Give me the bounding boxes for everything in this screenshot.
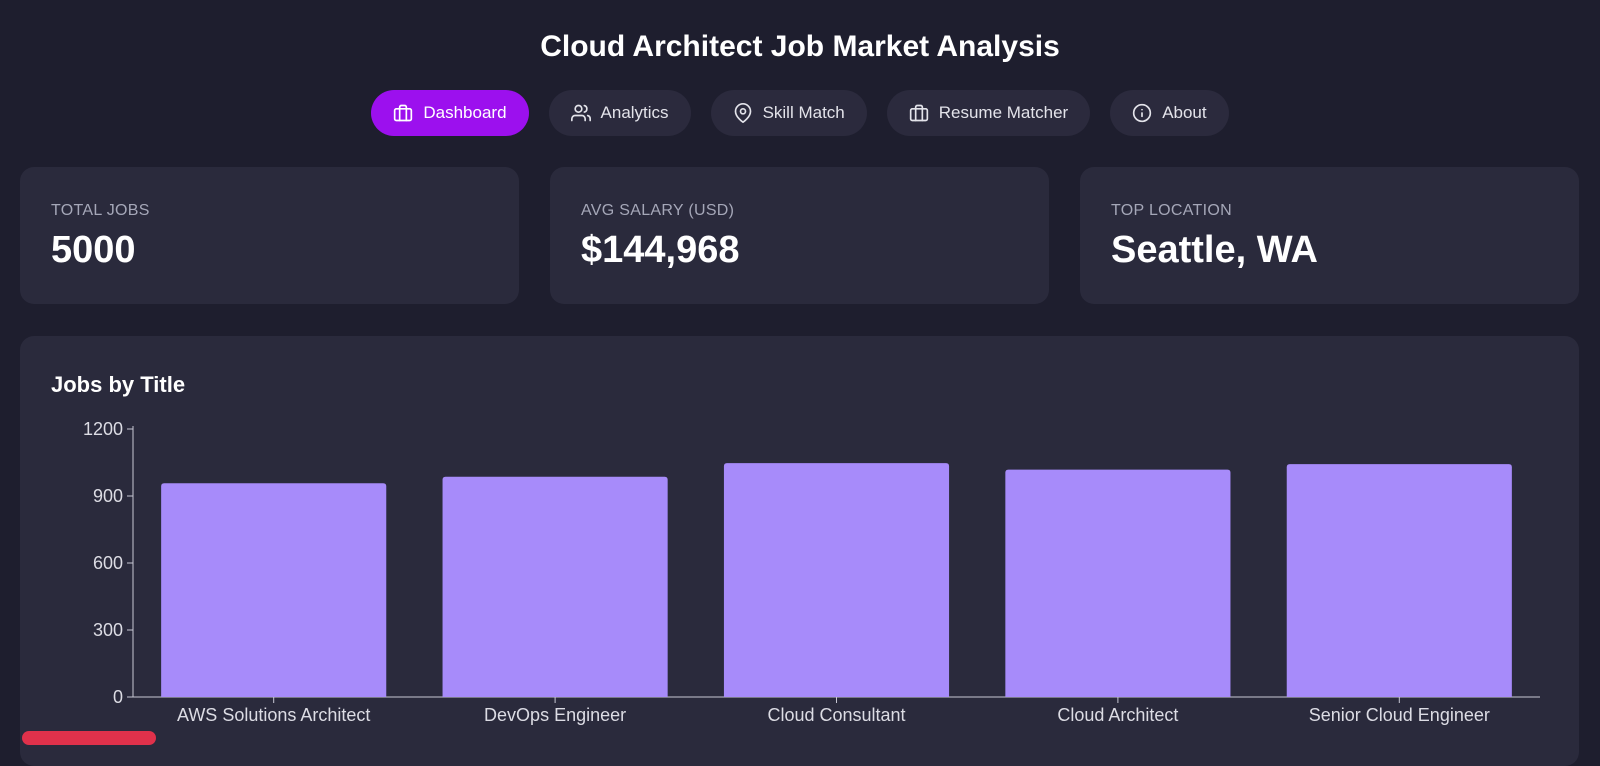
x-tick-label: DevOps Engineer — [484, 705, 626, 725]
avg-salary-card: AVG SALARY (USD) $144,968 — [550, 167, 1049, 304]
avg-salary-label: AVG SALARY (USD) — [581, 202, 735, 219]
nav-about-label: About — [1162, 103, 1207, 122]
y-tick-label: 1200 — [83, 419, 123, 439]
info-icon — [1132, 103, 1152, 123]
x-tick-label: Cloud Architect — [1057, 705, 1178, 725]
total-jobs-card: TOTAL JOBS 5000 — [20, 167, 519, 304]
bar[interactable] — [1286, 464, 1512, 697]
y-tick-label: 900 — [93, 486, 123, 506]
briefcase-icon — [909, 103, 929, 123]
bar[interactable] — [723, 463, 950, 697]
top-location-value: Seattle, WA — [1111, 229, 1318, 271]
nav-about-button[interactable]: About — [1110, 90, 1229, 136]
nav-dashboard-button[interactable]: Dashboard — [371, 90, 529, 136]
nav-analytics-label: Analytics — [600, 103, 669, 122]
jobs-by-title-card: Jobs by Title 0 300 600 900 1200 AWS Solution… — [20, 336, 1579, 766]
y-tick-label: 0 — [113, 687, 123, 707]
page-title: Cloud Architect Job Market Analysis — [540, 30, 1060, 63]
y-tick-label: 300 — [93, 620, 123, 640]
users-icon — [570, 103, 591, 123]
nav-resume-matcher-label: Resume Matcher — [938, 103, 1069, 122]
nav-skill-match-button[interactable]: Skill Match — [710, 90, 867, 136]
x-tick-label: AWS Solutions Architect — [177, 705, 370, 725]
x-tick-label: Senior Cloud Engineer — [1309, 705, 1490, 725]
nav-dashboard-label: Dashboard — [423, 103, 507, 122]
nav-analytics-button[interactable]: Analytics — [548, 90, 691, 136]
briefcase-icon — [393, 103, 413, 123]
avg-salary-value: $144,968 — [581, 229, 740, 271]
total-jobs-value: 5000 — [51, 229, 136, 271]
notification-badge[interactable] — [22, 731, 156, 745]
bar[interactable] — [161, 483, 387, 697]
bar[interactable] — [1005, 469, 1231, 697]
top-location-card: TOP LOCATION Seattle, WA — [1080, 167, 1579, 304]
x-tick-label: Cloud Consultant — [767, 705, 905, 725]
bar[interactable] — [442, 476, 668, 697]
nav-resume-matcher-button[interactable]: Resume Matcher — [886, 90, 1091, 136]
y-tick-label: 600 — [93, 553, 123, 573]
map-pin-icon — [733, 103, 753, 123]
total-jobs-label: TOTAL JOBS — [51, 202, 150, 219]
main-nav: Dashboard Analytics Skill Match Resume M… — [0, 90, 1600, 136]
jobs-by-title-chart: 0 300 600 900 1200 AWS Solutions Architect Dev… — [83, 419, 1540, 725]
nav-skill-match-label: Skill Match — [762, 103, 845, 122]
top-location-label: TOP LOCATION — [1111, 202, 1232, 219]
